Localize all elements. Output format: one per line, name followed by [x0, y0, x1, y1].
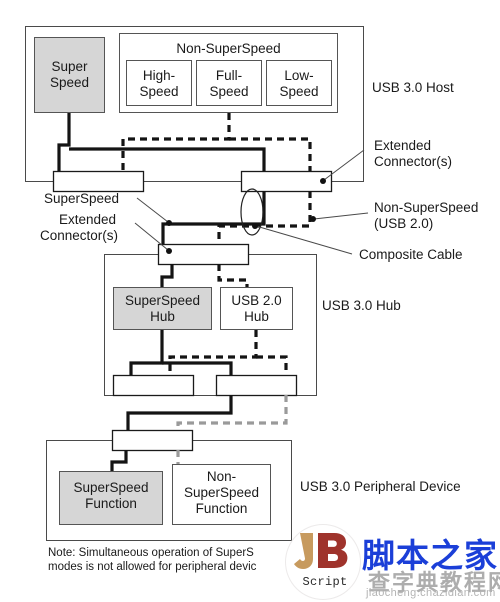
host-high-speed-label-line1: High- [143, 68, 175, 83]
superspeed-hub-label-line2: Hub [150, 309, 175, 324]
leader-superspeed-left [136, 197, 169, 223]
host-low-speed-label-line2: Speed [279, 84, 318, 99]
host-high-speed-label-line2: Speed [139, 84, 178, 99]
leader-composite-cable [255, 225, 353, 255]
usb-hub-side-label: USB 3.0 Hub [322, 298, 401, 313]
hub-downstream-connector-right [215, 374, 298, 397]
usb20-hub-label-line2: Hub [244, 309, 269, 324]
host-full-speed-label-line2: Speed [209, 84, 248, 99]
leader-dot-non-superspeed-right [310, 216, 316, 222]
callout-extended-connectors-left-line2: Connector(s) [40, 228, 118, 243]
cable-superspeed-host-to-hub [161, 191, 266, 244]
hub-downstream-connector-left [112, 374, 195, 397]
non-superspeed-function-label-line1: Non- [207, 469, 236, 484]
diagram-canvas: Super Speed Non-SuperSpeed High- Speed F… [0, 0, 500, 602]
superspeed-function-label-line1: SuperSpeed [73, 480, 148, 495]
non-superspeed-function-label-line3: Function [196, 501, 248, 516]
callout-composite-cable: Composite Cable [359, 247, 463, 262]
host-full-speed-label-line1: Full- [216, 68, 242, 83]
callout-superspeed-left: SuperSpeed [44, 191, 119, 206]
usb-peripheral-side-label: USB 3.0 Peripheral Device [300, 479, 461, 494]
leader-dot-extended-connectors-right [320, 178, 326, 184]
host-non-superspeed-group-label: Non-SuperSpeed [176, 41, 280, 56]
usb-host-side-label: USB 3.0 Host [372, 80, 454, 95]
host-low-speed-label-line1: Low- [284, 68, 313, 83]
note-line-1: Note: Simultaneous operation of SuperS [48, 547, 254, 559]
leader-non-superspeed-right [313, 212, 369, 220]
superspeed-function-label-line2: Function [85, 496, 137, 511]
composite-cable-ellipse [240, 188, 264, 236]
callout-extended-connectors-right-line2: Connector(s) [374, 154, 452, 169]
non-superspeed-function-label-line2: SuperSpeed [184, 485, 259, 500]
leader-dot-superspeed-left [166, 220, 172, 226]
host-connector-left [52, 170, 145, 193]
note-line-2: modes is not allowed for peripheral devi… [48, 561, 257, 573]
host-connector-right [240, 170, 333, 193]
usb-architecture-diagram: Super Speed Non-SuperSpeed High- Speed F… [25, 26, 478, 573]
host-superspeed-label-line2: Speed [50, 75, 89, 90]
peripheral-upstream-connector [111, 429, 194, 452]
hub-upstream-connector [157, 243, 250, 266]
callout-non-superspeed-right-line2: (USB 2.0) [374, 216, 433, 231]
usb20-hub-label-line1: USB 2.0 [231, 293, 281, 308]
callout-extended-connectors-right-line1: Extended [374, 138, 431, 153]
callout-non-superspeed-right-line1: Non-SuperSpeed [374, 200, 478, 215]
leader-dot-composite-cable [252, 223, 258, 229]
callout-extended-connectors-left-line1: Extended [59, 212, 116, 227]
host-superspeed-label-line1: Super [51, 59, 88, 74]
superspeed-hub-label-line1: SuperSpeed [125, 293, 200, 308]
leader-dot-extended-connectors-left [166, 248, 172, 254]
